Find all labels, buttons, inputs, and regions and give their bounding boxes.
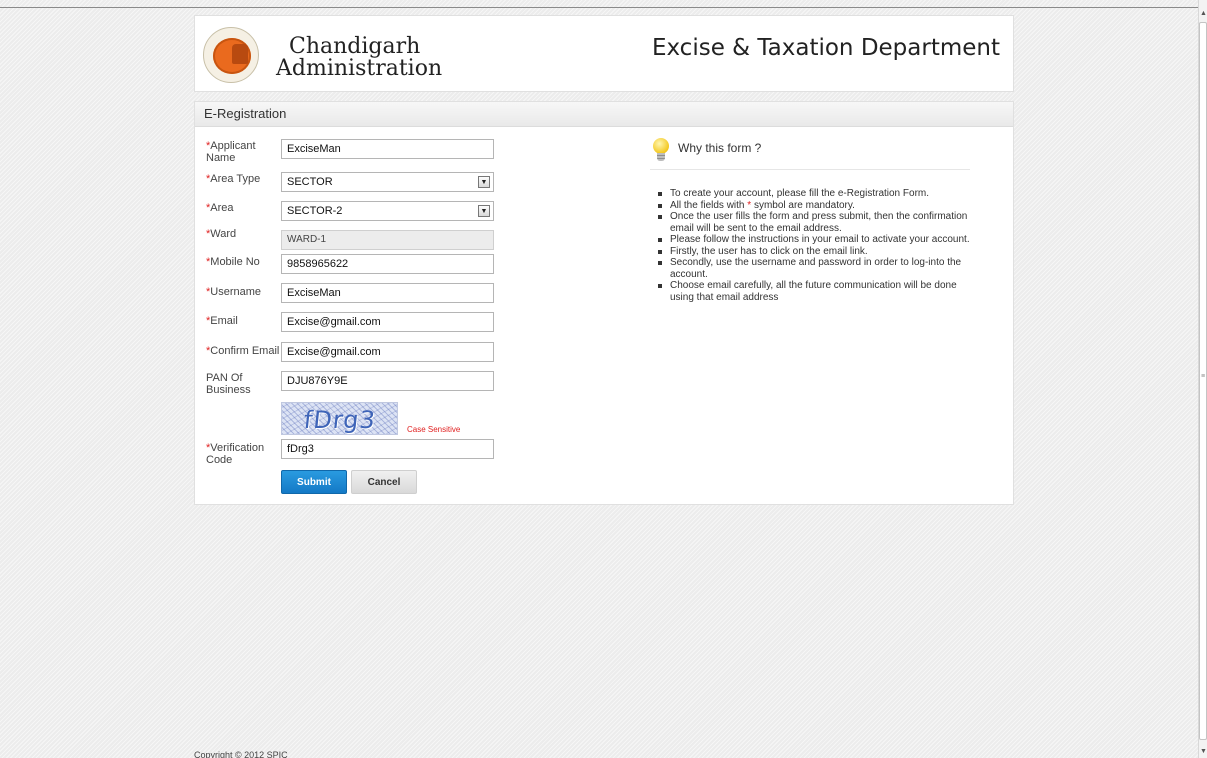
list-item: Secondly, use the username and password …	[648, 257, 973, 280]
list-item: To create your account, please fill the …	[648, 188, 973, 200]
confirm-email-label: *Confirm Email	[206, 345, 280, 357]
submit-button[interactable]: Submit	[281, 470, 347, 494]
dropdown-arrow-icon[interactable]: ▼	[478, 205, 490, 217]
captcha-text: fDrg3	[302, 406, 378, 434]
info-list: To create your account, please fill the …	[648, 188, 973, 303]
mobile-label: *Mobile No	[206, 256, 260, 268]
case-sensitive-note: Case Sensitive	[407, 425, 461, 434]
mobile-input[interactable]: 9858965622	[281, 254, 494, 274]
applicant-name-input[interactable]: ExciseMan	[281, 139, 494, 159]
divider	[650, 169, 970, 170]
copyright-footer: Copyright © 2012 SPIC	[194, 750, 288, 758]
applicant-name-label: *Applicant Name	[206, 140, 256, 164]
scroll-down-arrow-icon[interactable]: ▼	[1199, 746, 1207, 758]
confirm-email-input[interactable]: Excise@gmail.com	[281, 342, 494, 362]
org-name: Chandigarh Administration	[276, 36, 442, 80]
ward-field: WARD-1	[281, 230, 494, 250]
cancel-button[interactable]: Cancel	[351, 470, 417, 494]
scroll-up-arrow-icon[interactable]: ▲	[1199, 8, 1207, 20]
info-title: Why this form ?	[678, 141, 762, 155]
username-input[interactable]: ExciseMan	[281, 283, 494, 303]
area-label: *Area	[206, 202, 234, 214]
window-top-border	[0, 7, 1198, 8]
pan-input[interactable]: DJU876Y9E	[281, 371, 494, 391]
dropdown-arrow-icon[interactable]: ▼	[478, 176, 490, 188]
org-name-line1: Chandigarh	[289, 34, 421, 59]
chandigarh-emblem-logo	[203, 27, 259, 83]
scrollbar-thumb[interactable]: ≡	[1199, 22, 1207, 740]
open-hand-icon	[232, 44, 248, 64]
verification-code-input[interactable]: fDrg3	[281, 439, 494, 459]
list-item: Firstly, the user has to click on the em…	[648, 246, 973, 258]
department-title: Excise & Taxation Department	[651, 35, 1000, 61]
site-header: Chandigarh Administration Excise & Taxat…	[194, 15, 1014, 92]
lightbulb-icon	[651, 138, 671, 164]
emblem-inner	[213, 38, 251, 74]
vertical-scrollbar[interactable]: ▲ ≡ ▼	[1198, 0, 1207, 758]
ward-label: *Ward	[206, 228, 237, 240]
list-item: All the fields with * symbol are mandato…	[648, 200, 973, 212]
org-name-line2: Administration	[276, 56, 443, 81]
verification-code-label: *Verification Code	[206, 442, 265, 466]
pan-label: PAN Of Business	[206, 372, 251, 396]
panel-title: E-Registration	[195, 102, 1013, 127]
username-label: *Username	[206, 286, 262, 298]
grip-icon: ≡	[1201, 373, 1206, 380]
list-item: Once the user fills the form and press s…	[648, 211, 973, 234]
email-label: *Email	[206, 315, 238, 327]
area-type-select[interactable]: SECTOR ▼	[281, 172, 494, 192]
email-input[interactable]: Excise@gmail.com	[281, 312, 494, 332]
list-item: Choose email carefully, all the future c…	[648, 280, 973, 303]
area-select[interactable]: SECTOR-2 ▼	[281, 201, 494, 221]
area-type-label: *Area Type	[206, 173, 261, 185]
e-registration-panel: E-Registration *Applicant Name ExciseMan…	[194, 101, 1014, 505]
captcha-image: fDrg3	[281, 402, 398, 435]
list-item: Please follow the instructions in your e…	[648, 234, 973, 246]
